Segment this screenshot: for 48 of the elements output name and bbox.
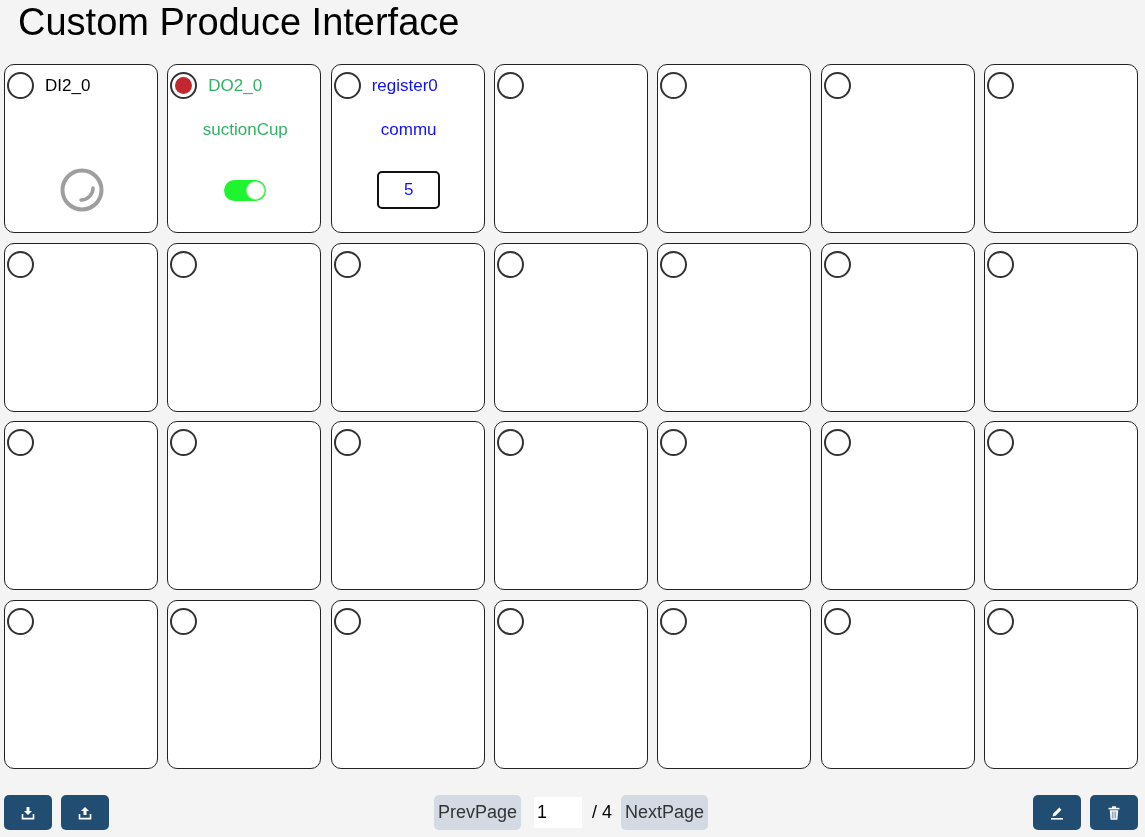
radio-button[interactable]: [497, 608, 524, 636]
radio-button[interactable]: [660, 72, 688, 99]
radio-button[interactable]: [987, 429, 1015, 457]
radio-button[interactable]: [660, 250, 688, 278]
pencil-icon: [1050, 805, 1064, 820]
radio-button[interactable]: [823, 250, 851, 278]
radio-button[interactable]: [170, 608, 198, 636]
page-title: Custom Produce Interface: [18, 0, 460, 44]
radio-button[interactable]: [987, 608, 1015, 636]
radio-button[interactable]: [170, 250, 198, 278]
radio-button[interactable]: [987, 72, 1015, 99]
card-title: DO2_0: [208, 75, 263, 96]
radio-button[interactable]: [170, 429, 198, 457]
radio-button[interactable]: [823, 608, 851, 636]
page-input[interactable]: 1: [534, 797, 582, 828]
edit-button[interactable]: [1033, 795, 1081, 830]
radio-button[interactable]: [333, 250, 361, 278]
download-button[interactable]: [4, 795, 52, 830]
radio-button[interactable]: [497, 72, 524, 99]
radio-button[interactable]: [823, 72, 851, 99]
value-field[interactable]: 5: [377, 171, 441, 209]
download-icon: [21, 805, 35, 820]
toggle-switch[interactable]: [224, 179, 267, 201]
radio-button[interactable]: [333, 72, 361, 99]
radio-button[interactable]: [497, 250, 524, 278]
radio-button[interactable]: [170, 72, 198, 99]
radio-button[interactable]: [7, 608, 34, 636]
delete-button[interactable]: [1090, 795, 1138, 830]
radio-button[interactable]: [7, 250, 34, 278]
card-label: suctionCup: [202, 119, 288, 141]
radio-button[interactable]: [987, 250, 1015, 278]
card-title: register0: [371, 75, 438, 96]
page-total: / 4: [592, 802, 612, 823]
upload-button[interactable]: [61, 795, 109, 830]
upload-icon: [78, 805, 92, 820]
trash-icon: [1107, 805, 1121, 820]
card-title: DI2_0: [45, 75, 91, 96]
next-page-button[interactable]: NextPage: [621, 795, 709, 830]
radio-button[interactable]: [7, 72, 34, 99]
radio-button[interactable]: [7, 429, 34, 457]
radio-button[interactable]: [333, 429, 361, 457]
radio-button[interactable]: [660, 608, 688, 636]
radio-button[interactable]: [660, 429, 688, 457]
prev-page-button[interactable]: PrevPage: [433, 795, 521, 830]
radio-button[interactable]: [823, 429, 851, 457]
radio-button[interactable]: [333, 608, 361, 636]
card-label: commu: [380, 119, 437, 141]
radio-button[interactable]: [497, 429, 524, 457]
